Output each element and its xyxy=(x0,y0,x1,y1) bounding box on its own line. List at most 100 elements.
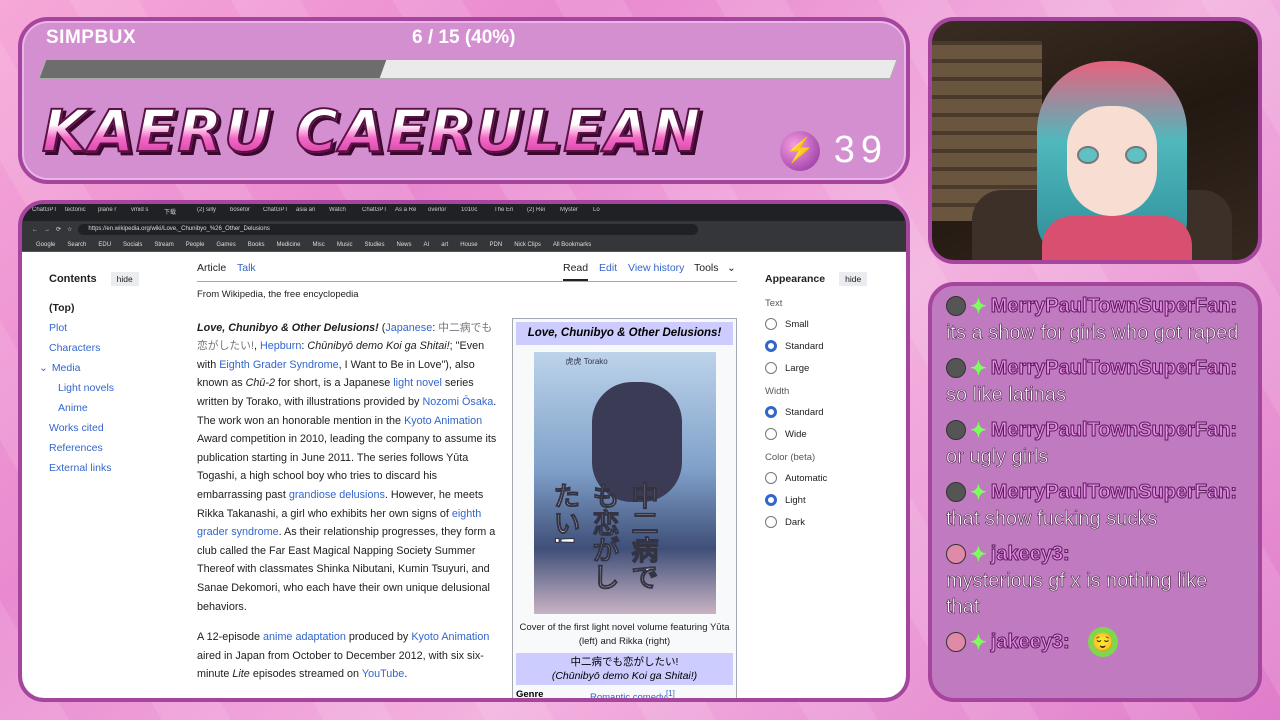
radio-button[interactable] xyxy=(765,494,777,506)
toc-item-works-cited[interactable]: Works cited xyxy=(49,422,169,434)
toc-item-external-links[interactable]: External links xyxy=(49,462,169,474)
browser-tab[interactable]: plane r xyxy=(98,207,128,218)
face-emote-icon: 😌 xyxy=(1087,627,1118,657)
toc-item-media[interactable]: ⌄ Media xyxy=(39,362,169,374)
second-paragraph: A 12-episode anime adaptation produced b… xyxy=(197,631,490,681)
appearance-option[interactable]: Small xyxy=(765,318,890,330)
toc-item-references[interactable]: References xyxy=(49,442,169,454)
bookmark-star-icon[interactable]: ☆ xyxy=(67,226,72,233)
bookmark-item[interactable]: Music xyxy=(337,242,353,248)
bookmark-item[interactable]: House xyxy=(460,242,477,248)
from-wikipedia: From Wikipedia, the free encyclopedia xyxy=(197,289,359,300)
bookmark-item[interactable]: Studies xyxy=(364,242,384,248)
appearance-option[interactable]: Light xyxy=(765,494,890,506)
browser-tab[interactable]: (2) silly xyxy=(197,207,227,218)
browser-tab[interactable]: overlor xyxy=(428,207,458,218)
bookmark-item[interactable]: All Bookmarks xyxy=(553,242,591,248)
chat-message: ✦ jakeey3: 😌 xyxy=(946,627,1244,657)
bookmark-item[interactable]: Games xyxy=(216,242,235,248)
chat-panel: ✦ MerryPaulTownSuperFan: its a show for gi… xyxy=(928,282,1262,702)
appearance-option[interactable]: Wide xyxy=(765,428,890,440)
browser-tab[interactable]: bosefor xyxy=(230,207,260,218)
cover-author: 虎虎 Torako xyxy=(565,357,608,366)
bookmark-item[interactable]: AI xyxy=(424,242,430,248)
browser-tab[interactable]: 1010c xyxy=(461,207,491,218)
tab-edit[interactable]: Edit xyxy=(599,262,617,274)
address-bar[interactable]: https://en.wikipedia.org/wiki/Love,_Chun… xyxy=(78,224,699,235)
avatar-glasses xyxy=(1077,146,1147,166)
browser-tab[interactable]: ChatGPT xyxy=(32,207,62,218)
radio-button[interactable] xyxy=(765,516,777,528)
appearance-hide-button[interactable]: hide xyxy=(839,272,868,286)
appearance-option[interactable]: Automatic xyxy=(765,472,890,484)
bolt-icon: ⚡ xyxy=(779,130,820,171)
bookmark-item[interactable]: PDN xyxy=(490,242,503,248)
genre-ref[interactable]: [1] xyxy=(666,689,675,698)
toc-item-anime[interactable]: Anime xyxy=(49,402,169,414)
appearance-option[interactable]: Standard xyxy=(765,340,890,352)
toc-item-plot[interactable]: Plot xyxy=(49,322,169,334)
chat-username: jakeey3: xyxy=(990,542,1070,565)
chevron-down-icon[interactable]: ⌄ xyxy=(39,362,48,374)
bookmark-item[interactable]: EDU xyxy=(98,242,111,248)
bookmark-item[interactable]: Search xyxy=(67,242,86,248)
bookmark-item[interactable]: Medicine xyxy=(276,242,300,248)
bookmark-item[interactable]: Misc xyxy=(312,242,324,248)
toc-item-characters[interactable]: Characters xyxy=(49,342,169,354)
browser-tab[interactable]: ChatGPT xyxy=(362,207,392,218)
chat-username-row: ✦ MerryPaulTownSuperFan: xyxy=(946,354,1244,382)
tab-talk[interactable]: Talk xyxy=(237,262,256,274)
bookmark-item[interactable]: Socials xyxy=(123,242,142,248)
bookmark-item[interactable]: People xyxy=(186,242,205,248)
cover-caption: Cover of the first light novel volume fe… xyxy=(519,622,730,647)
browser-tab[interactable]: vmid s xyxy=(131,207,161,218)
radio-button[interactable] xyxy=(765,318,777,330)
bookmark-item[interactable]: Books xyxy=(248,242,265,248)
tab-read[interactable]: Read xyxy=(563,262,589,281)
radio-button[interactable] xyxy=(765,472,777,484)
appearance-option[interactable]: Standard xyxy=(765,406,890,418)
tab-article[interactable]: Article xyxy=(197,262,226,274)
tools-chevron-icon[interactable]: ⌄ xyxy=(727,262,736,274)
browser-tab[interactable]: Lo xyxy=(593,207,623,218)
chat-message: ✦ MerryPaulTownSuperFan: that show fucking… xyxy=(946,478,1244,532)
browser-tab[interactable]: (2) Rei xyxy=(527,207,557,218)
native-title: 中二病でも恋がしたい! xyxy=(570,656,679,668)
bookmark-item[interactable]: art xyxy=(441,242,448,248)
bookmark-item[interactable]: Nick Clips xyxy=(514,242,541,248)
address-bar-row: ← → ⟳ ☆ https://en.wikipedia.org/wiki/Lo… xyxy=(22,221,906,238)
bookmark-item[interactable]: Stream xyxy=(154,242,173,248)
cover-image[interactable]: 虎虎 Torako 中二病でも恋がしたい! xyxy=(533,352,716,614)
browser-tab[interactable]: ChatGPT xyxy=(263,207,293,218)
browser-tab[interactable]: As a Re xyxy=(395,207,425,218)
browser-tab[interactable]: Watch xyxy=(329,207,359,218)
chat-username: MerryPaulTownSuperFan: xyxy=(990,294,1238,317)
radio-button[interactable] xyxy=(765,406,777,418)
bookmark-item[interactable]: News xyxy=(397,242,412,248)
toc-item-light-novels[interactable]: Light novels xyxy=(49,382,169,394)
browser-tab[interactable]: Myster xyxy=(560,207,590,218)
forward-icon[interactable]: → xyxy=(44,227,50,233)
genre-value[interactable]: Romantic comedy xyxy=(590,692,666,698)
tab-view-history[interactable]: View history xyxy=(628,262,684,274)
toc-item-top[interactable]: (Top) xyxy=(49,302,169,314)
appearance-panel: Appearance hide Text Small Standard Large Wid… xyxy=(765,272,890,538)
back-icon[interactable]: ← xyxy=(32,227,38,233)
reload-icon[interactable]: ⟳ xyxy=(56,226,61,233)
browser-tab[interactable]: tectonic xyxy=(65,207,95,218)
tab-tools[interactable]: Tools xyxy=(694,262,719,274)
browser-tab[interactable]: 下载 xyxy=(164,207,194,218)
radio-button[interactable] xyxy=(765,340,777,352)
infobox-title: Love, Chunibyo & Other Delusions! xyxy=(516,322,733,345)
radio-button[interactable] xyxy=(765,362,777,374)
radio-button[interactable] xyxy=(765,428,777,440)
toc-hide-button[interactable]: hide xyxy=(110,272,139,286)
browser-tab[interactable]: asia an xyxy=(296,207,326,218)
chat-message: ✦ MerryPaulTownSuperFan: or ugly girls xyxy=(946,416,1244,470)
browser-window: ChatGPT tectonic plane r vmid s 下载 (2) silly b… xyxy=(18,200,910,702)
genre-link[interactable]: Romantic comedy[1] xyxy=(590,689,675,698)
bookmark-item[interactable]: Google xyxy=(36,242,55,248)
appearance-option[interactable]: Dark xyxy=(765,516,890,528)
browser-tab[interactable]: The En xyxy=(494,207,524,218)
appearance-option[interactable]: Large xyxy=(765,362,890,374)
